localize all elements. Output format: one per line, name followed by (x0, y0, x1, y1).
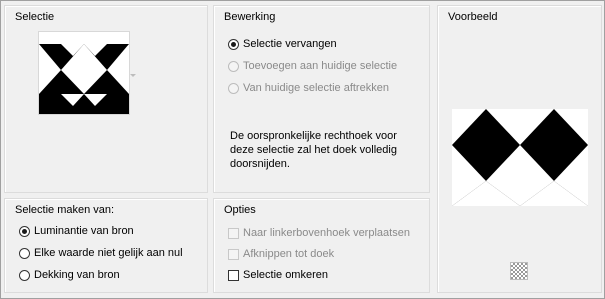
radio-label: Luminantie van bron (34, 225, 134, 237)
selectie-group: Selectie (4, 5, 208, 193)
radio-button[interactable] (228, 38, 239, 50)
checkbox[interactable] (228, 248, 239, 260)
radio-dekking-van-bron[interactable]: Dekking van bron (19, 269, 120, 281)
radio-button[interactable] (19, 247, 30, 259)
radio-button[interactable] (19, 225, 30, 237)
checkbox-label: Afknippen tot doek (243, 248, 335, 260)
selectie-maken-van-group: Selectie maken van: Luminantie van bron … (4, 198, 208, 293)
radio-button[interactable] (228, 82, 239, 94)
description-line: De oorspronkelijke rechthoek voor (230, 130, 397, 142)
checkbox[interactable] (228, 269, 239, 281)
selectie-maken-van-title: Selectie maken van: (15, 204, 117, 216)
radio-luminantie-van-bron[interactable]: Luminantie van bron (19, 225, 134, 237)
radio-button[interactable] (228, 60, 239, 72)
diamond-pattern-icon (452, 109, 588, 206)
radio-elke-waarde-niet-gelijk-aan-nul[interactable]: Elke waarde niet gelijk aan nul (19, 247, 183, 259)
radio-label: Selectie vervangen (243, 38, 337, 50)
checkbox-selectie-omkeren[interactable]: Selectie omkeren (228, 269, 328, 281)
radio-van-huidige-selectie-aftrekken[interactable]: Van huidige selectie aftrekken (228, 82, 389, 94)
description-line: doorsnijden. (230, 158, 290, 170)
opties-group-title: Opties (224, 204, 258, 216)
opties-group: Opties Naar linkerbovenhoek verplaatsen … (213, 198, 430, 293)
bewerking-group: Bewerking Selectie vervangen Toevoegen a… (213, 5, 430, 193)
description-line: deze selectie zal het doek volledig (230, 144, 397, 156)
radio-label: Toevoegen aan huidige selectie (243, 60, 398, 72)
checkbox-afknippen-tot-doek[interactable]: Afknippen tot doek (228, 248, 334, 260)
voorbeeld-preview (452, 109, 588, 206)
checkbox-naar-linkerbovenhoek-verplaatsen[interactable]: Naar linkerbovenhoek verplaatsen (228, 227, 410, 239)
voorbeeld-group-title: Voorbeeld (448, 11, 500, 23)
radio-selectie-vervangen[interactable]: Selectie vervangen (228, 38, 337, 50)
diamond-pattern-icon (39, 32, 129, 114)
bewerking-description: De oorspronkelijke rechthoek voor deze s… (230, 129, 397, 171)
chevron-down-icon[interactable] (130, 74, 136, 77)
bewerking-group-title: Bewerking (224, 11, 278, 23)
radio-toevoegen-aan-huidige-selectie[interactable]: Toevoegen aan huidige selectie (228, 60, 397, 72)
selectie-preview-thumbnail[interactable] (38, 31, 130, 115)
radio-label: Elke waarde niet gelijk aan nul (34, 247, 183, 259)
checkbox-label: Naar linkerbovenhoek verplaatsen (243, 227, 410, 239)
checkerboard-icon[interactable] (510, 262, 528, 280)
radio-button[interactable] (19, 269, 30, 281)
voorbeeld-group: Voorbeeld (437, 5, 602, 293)
radio-label: Van huidige selectie aftrekken (243, 82, 389, 94)
checkbox[interactable] (228, 227, 239, 239)
radio-label: Dekking van bron (34, 269, 120, 281)
selectie-group-title: Selectie (15, 11, 57, 23)
checkbox-label: Selectie omkeren (243, 269, 328, 281)
